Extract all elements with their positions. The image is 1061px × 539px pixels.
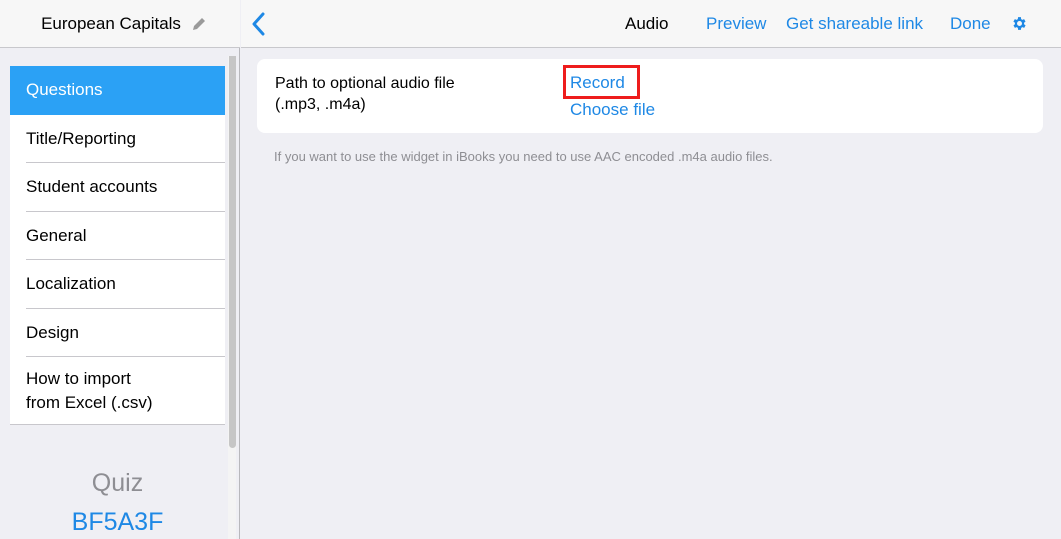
app-window: European Capitals Questions Title/Report… [0, 0, 1061, 539]
record-button[interactable]: Record [570, 73, 625, 93]
ibooks-hint: If you want to use the widget in iBooks … [274, 149, 773, 164]
sidebar-item-label: Localization [26, 274, 116, 294]
sidebar-item-design[interactable]: Design [10, 309, 225, 358]
sidebar-item-label: General [26, 225, 87, 245]
sidebar-item-label: How to import from Excel (.csv) [26, 369, 153, 412]
get-shareable-link-button[interactable]: Get shareable link [786, 14, 923, 34]
sidebar-item-label: Questions [26, 80, 103, 100]
sidebar-item-student-accounts[interactable]: Student accounts [10, 163, 225, 212]
quiz-code: BF5A3F [71, 508, 164, 536]
done-button[interactable]: Done [950, 14, 991, 34]
sidebar-item-general[interactable]: General [10, 212, 225, 261]
quiz-title: European Capitals [41, 13, 181, 33]
main-panel: Audio Preview Get shareable link Done Pa… [241, 0, 1061, 539]
sidebar-item-import-csv[interactable]: How to import from Excel (.csv) [10, 357, 225, 425]
audio-card: Path to optional audio file (.mp3, .m4a)… [257, 59, 1043, 133]
gear-icon[interactable] [1011, 15, 1028, 32]
sidebar-item-questions[interactable]: Questions [10, 66, 225, 115]
chevron-left-icon[interactable] [249, 12, 269, 36]
scrollbar-thumb[interactable] [229, 56, 236, 448]
sidebar-item-localization[interactable]: Localization [10, 260, 225, 309]
audio-path-label: Path to optional audio file (.mp3, .m4a) [275, 75, 455, 113]
sidebar-item-label: Student accounts [26, 177, 158, 197]
sidebar-item-label: Design [26, 322, 79, 342]
sidebar-item-label: Title/Reporting [26, 128, 136, 148]
sidebar: European Capitals Questions Title/Report… [0, 0, 240, 539]
top-bar: Audio Preview Get shareable link Done [241, 0, 1061, 48]
choose-file-button[interactable]: Choose file [570, 100, 655, 120]
page-title: Audio [625, 14, 669, 33]
pencil-icon[interactable] [191, 16, 207, 32]
quiz-label: Quiz [91, 469, 144, 497]
sidebar-item-title-reporting[interactable]: Title/Reporting [10, 115, 225, 164]
sidebar-header: European Capitals [0, 0, 240, 48]
sidebar-menu: Questions Title/Reporting Student accoun… [10, 66, 225, 425]
preview-button[interactable]: Preview [706, 14, 766, 34]
